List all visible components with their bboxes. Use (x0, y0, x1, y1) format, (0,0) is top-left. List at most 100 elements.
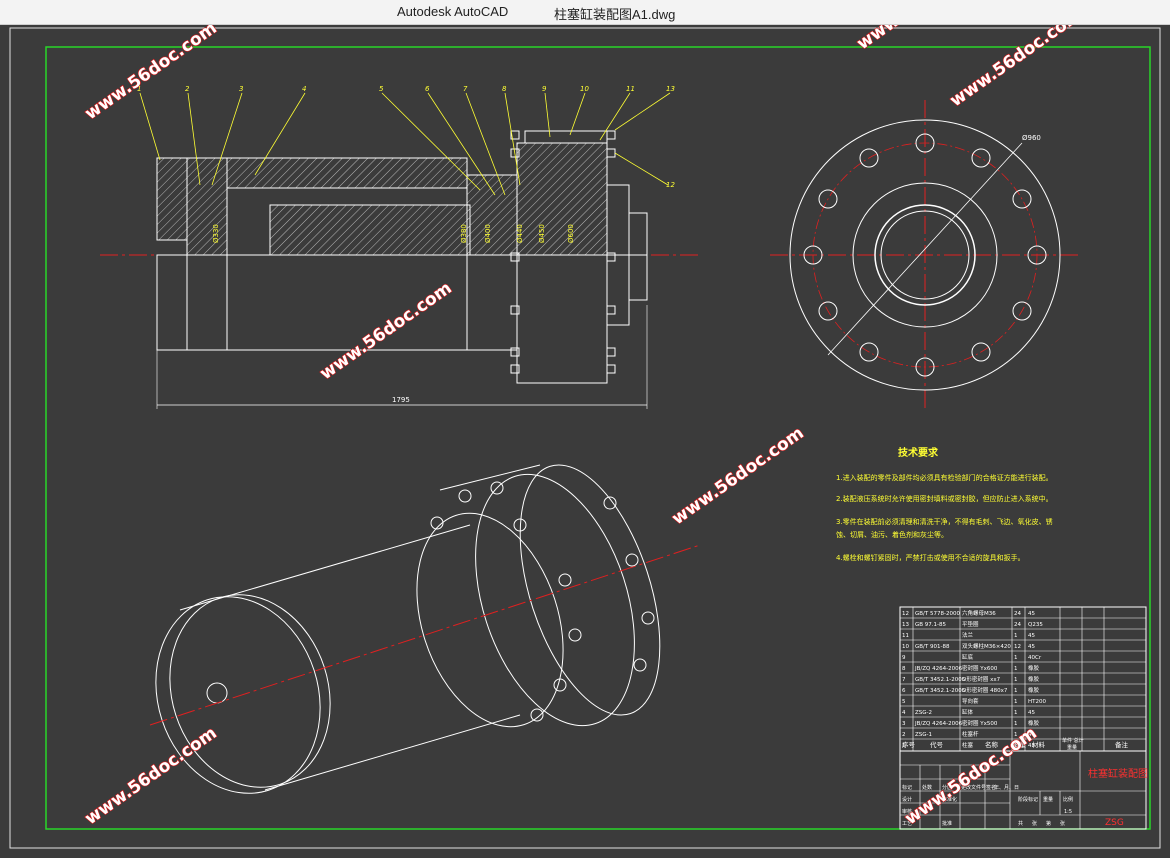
bom-cell: 24 (1014, 611, 1021, 617)
dim-d4: Ø440 (516, 224, 524, 243)
bom-cell: GB/T 3452.1-2005 (915, 688, 966, 694)
tb-scale: 1:5 (1064, 809, 1072, 815)
bom-cell: 1 (1014, 655, 1018, 661)
part-label: 6 (425, 85, 430, 93)
part-label: 7 (463, 85, 468, 93)
dim-flange: Ø960 (1022, 134, 1041, 142)
app-title: Autodesk AutoCAD (397, 4, 509, 19)
bom-cell: 6 (902, 688, 906, 694)
bom-cell: Q235 (1028, 622, 1043, 628)
bom-cell: 45 (1028, 611, 1035, 617)
bom-cell: ZSG-2 (915, 710, 932, 716)
bom-cell: 13 (902, 622, 909, 628)
isometric-view (149, 464, 701, 794)
bom-cell: 24 (1014, 622, 1021, 628)
tb-drawing-name: 柱塞缸装配图 (1088, 767, 1148, 780)
bom-cell: GB/T 5778-2000 (915, 611, 960, 617)
drawing-canvas[interactable]: 1795 Ø330 Ø380 Ø400 Ø440 Ø450 Ø600 1 2 3… (0, 0, 1170, 854)
bom-cell: 橡胶 (1028, 675, 1040, 683)
title-bar: Autodesk AutoCAD 柱塞缸装配图A1.dwg (0, 0, 1170, 25)
bom-header-unit: 单件 总计 (1062, 737, 1084, 744)
bom-cell: 1 (1014, 633, 1018, 639)
bom-cell: 4 (902, 710, 906, 716)
bom-cell: 橡胶 (1028, 686, 1040, 694)
tb-sheet: 张 (1032, 820, 1037, 827)
tech-item: 1.进入装配的零件及部件均必须具有检验部门的合格证方能进行装配。 (836, 473, 1053, 482)
bom-header-code: 代号 (930, 740, 944, 749)
tech-item: 4.螺栓和螺钉紧固时，严禁打击或使用不合适的旋具和扳手。 (836, 553, 1025, 562)
tb-label: 批准 (942, 820, 952, 827)
bom-cell: 2 (902, 732, 906, 738)
bom-cell: 平垫圈 (962, 620, 979, 628)
tech-item: 蚀、切屑、油污、着色剂和灰尘等。 (836, 530, 948, 539)
bom-cell: 7 (902, 677, 906, 683)
tb-label: 设计 (902, 796, 912, 803)
bom-cell: 40Cr (1028, 655, 1042, 661)
bom-cell: 3 (902, 721, 906, 727)
technical-requirements: 技术要求 1.进入装配的零件及部件均必须具有检验部门的合格证方能进行装配。 2.… (836, 446, 1053, 562)
bom-cell: 法兰 (962, 631, 974, 639)
bom-cell: 1 (1014, 666, 1018, 672)
bom-cell: HT200 (1028, 699, 1046, 705)
dim-d6: Ø600 (567, 224, 575, 243)
tb-label: 比例 (1063, 796, 1073, 803)
bom-cell: 45 (1028, 633, 1035, 639)
cad-drawing[interactable]: 1795 Ø330 Ø380 Ø400 Ø440 Ø450 Ø600 1 2 3… (0, 0, 1170, 854)
dim-d5: Ø450 (538, 224, 546, 243)
tech-item: 2.装配液压系统时允许使用密封填料或密封胶，但应防止进入系统中。 (836, 494, 1053, 503)
bom-cell: 45 (1028, 644, 1035, 650)
bom-cell: 柱塞杆 (962, 730, 979, 738)
tb-sheet: 张 (1060, 820, 1065, 827)
dim-d3: Ø400 (484, 224, 492, 243)
bom-cell: O形密封圈 480x7 (962, 686, 1008, 694)
part-label: 9 (542, 85, 547, 93)
part-label: 10 (580, 85, 589, 93)
tb-label: 阶段标记 (1018, 796, 1038, 803)
bom-cell: 六角螺母M36 (962, 609, 996, 617)
dim-d1: Ø330 (212, 224, 220, 243)
bom-cell: 柱塞 (962, 741, 974, 749)
bom-cell: 11 (902, 633, 909, 639)
tb-label: 标记 (902, 784, 912, 791)
bom-cell: 双头螺柱M36×420 (962, 642, 1011, 650)
bom-cell: 1 (1014, 710, 1018, 716)
bom-cell: JB/ZQ 4264-2006 (914, 666, 963, 672)
part-label: 5 (379, 85, 384, 93)
bom-cell: O形密封圈 xx7 (962, 675, 1001, 683)
tb-label: 重量 (1043, 796, 1053, 803)
bom-cell: 8 (902, 666, 906, 672)
bom-cell: ZSG-1 (915, 732, 932, 738)
bom-cell: 密封圈 Yx600 (962, 664, 998, 672)
bom-cell: 12 (1014, 644, 1021, 650)
watermark-text: www.56doc.com (853, 25, 992, 54)
bom-cell: 12 (902, 611, 909, 617)
part-label: 3 (239, 85, 243, 93)
bom-cell: GB 97.1-85 (915, 622, 947, 628)
bom-cell: JB/ZQ 4264-2006 (914, 721, 963, 727)
bom-cell: 导向套 (962, 697, 979, 705)
bom-cell: 1 (1014, 721, 1018, 727)
bom-cell: 1 (1014, 677, 1018, 683)
bom-header-no: 序号 (902, 740, 916, 749)
bom-cell: 1 (1014, 688, 1018, 694)
bom-header-weight: 重量 (1067, 744, 1077, 751)
bom-cell: 5 (902, 699, 906, 705)
part-label: 4 (302, 85, 306, 93)
bom-header-note: 备注 (1115, 740, 1129, 749)
dim-length: 1795 (392, 396, 410, 404)
watermark-text: www.56doc.com (81, 723, 220, 829)
bom-cell: 缸底 (962, 653, 974, 661)
tb-label: 处数 (922, 784, 932, 791)
document-title: 柱塞缸装配图A1.dwg (554, 7, 676, 22)
bom-cell: 橡胶 (1028, 664, 1040, 672)
tech-title: 技术要求 (898, 446, 939, 459)
watermark-text: www.56doc.com (81, 25, 220, 124)
bom-cell: 45 (1028, 710, 1035, 716)
part-label: 11 (626, 85, 635, 93)
bom-cell: GB/T 3452.1-2005 (915, 677, 966, 683)
part-label: 8 (502, 85, 507, 93)
part-label: 2 (185, 85, 190, 93)
bom-cell: GB/T 901-88 (915, 644, 950, 650)
watermark-text: www.56doc.com (316, 278, 455, 384)
dim-d2: Ø380 (460, 224, 468, 243)
